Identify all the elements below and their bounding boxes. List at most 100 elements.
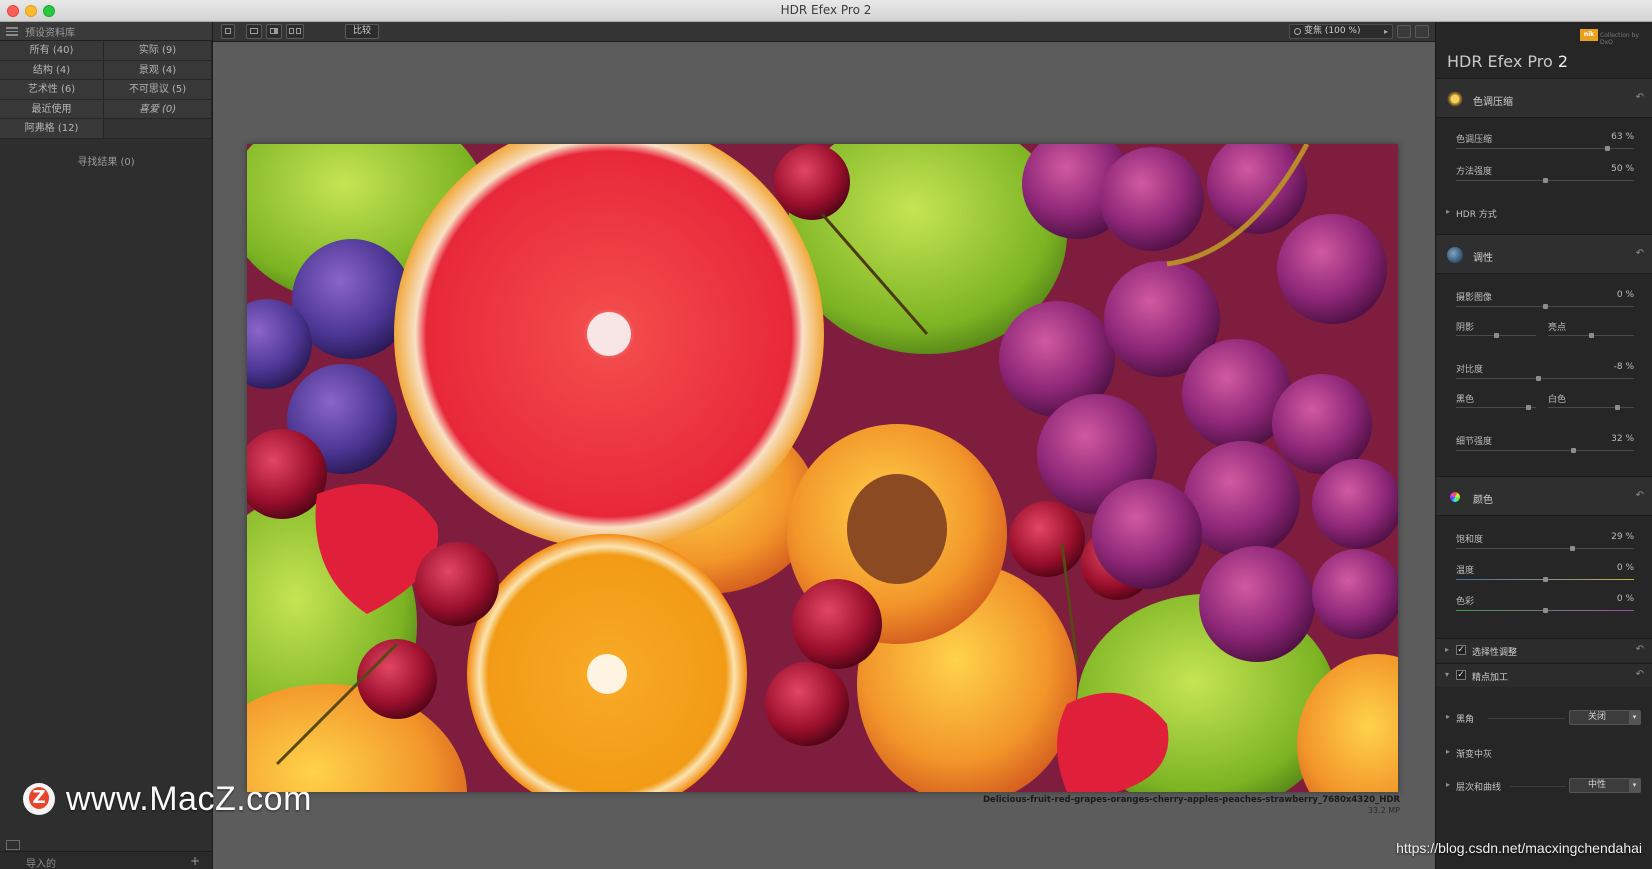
blacks-track[interactable]: [1456, 405, 1536, 410]
slider-track[interactable]: [1456, 178, 1634, 183]
expand-triangle-icon[interactable]: ▸: [1445, 645, 1449, 654]
shadows-track[interactable]: [1456, 333, 1536, 338]
preset-library-header[interactable]: 预设资料库: [0, 22, 212, 41]
levels-curves-dropdown[interactable]: 中性 ▾: [1569, 778, 1641, 793]
whites-thumb[interactable]: [1614, 405, 1620, 410]
slider-thumb[interactable]: [1543, 178, 1548, 183]
reset-icon[interactable]: ↶: [1636, 248, 1644, 259]
image-canvas[interactable]: Delicious-fruit-red-grapes-oranges-cherr…: [213, 42, 1435, 869]
toggle-right-panel-button[interactable]: [1415, 25, 1429, 38]
expand-triangle-icon[interactable]: ▸: [1446, 712, 1450, 721]
hdr-method-label: HDR 方式: [1456, 210, 1497, 220]
nik-logo: nik: [1580, 29, 1598, 41]
slider-label: 温度: [1456, 566, 1475, 576]
compare-button[interactable]: 比较: [345, 24, 379, 39]
highlights-track[interactable]: [1548, 333, 1634, 338]
loupe-button[interactable]: [1397, 25, 1411, 38]
slider-track[interactable]: [1456, 608, 1634, 613]
slider-track[interactable]: [1456, 577, 1634, 582]
tint-slider[interactable]: 色彩 0 %: [1436, 588, 1652, 616]
category-artistic[interactable]: 艺术性 (6): [0, 80, 104, 100]
preview-image[interactable]: [247, 144, 1398, 792]
slider-label: 摄影图像: [1456, 293, 1493, 303]
reset-icon[interactable]: ↶: [1636, 92, 1644, 103]
slider-thumb[interactable]: [1535, 376, 1541, 381]
selective-adjustments-row[interactable]: ▸ ✓ 选择性调整 ↶: [1436, 638, 1652, 662]
section-tonality[interactable]: 调性 ↶: [1436, 234, 1652, 274]
imported-label[interactable]: 导入的: [26, 855, 56, 869]
toggle-left-panel-button[interactable]: [221, 24, 235, 39]
loupe-toggle-icon[interactable]: [6, 840, 20, 850]
saturation-slider[interactable]: 饱和度 29 %: [1436, 526, 1652, 554]
reset-icon[interactable]: ↶: [1636, 669, 1644, 680]
slider-thumb[interactable]: [1571, 448, 1577, 453]
import-add-button[interactable]: +: [190, 854, 200, 868]
slider-track[interactable]: [1456, 546, 1634, 551]
whites-track[interactable]: [1548, 405, 1634, 410]
reset-icon[interactable]: ↶: [1636, 644, 1644, 655]
finishing-checkbox[interactable]: ✓: [1456, 670, 1466, 680]
side-by-side-left-icon: [289, 28, 294, 34]
fruit-photo: [247, 144, 1398, 792]
category-surreal[interactable]: 不可思议 (5): [104, 80, 212, 100]
section-title: 调性: [1473, 253, 1493, 264]
category-realistic[interactable]: 实际 (9): [104, 41, 212, 61]
highlights-thumb[interactable]: [1589, 333, 1594, 338]
slider-label: 色彩: [1456, 597, 1475, 607]
tone-compression-slider[interactable]: 色调压缩 63 %: [1436, 126, 1652, 154]
temperature-slider[interactable]: 温度 0 %: [1436, 557, 1652, 585]
category-structure[interactable]: 结构 (4): [0, 60, 104, 80]
category-favorites[interactable]: 喜爱 (0): [104, 99, 212, 119]
category-recent[interactable]: 最近使用: [0, 99, 104, 119]
shadows-thumb[interactable]: [1494, 333, 1499, 338]
category-landscape[interactable]: 景观 (4): [104, 60, 212, 80]
section-tone-compression[interactable]: 色调压缩 ↶: [1436, 78, 1652, 118]
slider-track[interactable]: [1456, 304, 1634, 309]
tonality-icon: [1447, 247, 1463, 263]
slider-label: 方法强度: [1456, 167, 1493, 177]
highlights-label: 亮点: [1548, 323, 1567, 333]
structure-slider[interactable]: 细节强度 32 %: [1436, 428, 1652, 456]
window-title: HDR Efex Pro 2: [780, 3, 872, 17]
slider-thumb[interactable]: [1569, 546, 1575, 551]
exposure-slider[interactable]: 摄影图像 0 %: [1436, 284, 1652, 312]
hdr-method-row[interactable]: ▸ HDR 方式: [1436, 204, 1652, 222]
expand-triangle-icon[interactable]: ▸: [1446, 747, 1450, 756]
slider-thumb[interactable]: [1543, 608, 1548, 613]
contrast-slider[interactable]: 对比度 -8 %: [1436, 356, 1652, 384]
macz-watermark: www.MacZ.com: [66, 780, 312, 818]
brand-row: nik Collection by DxO: [1436, 22, 1652, 46]
slider-label: 细节强度: [1456, 437, 1493, 447]
preset-category-grid: 所有 (40) 实际 (9) 结构 (4) 景观 (4) 艺术性 (6) 不可思…: [0, 41, 212, 139]
graduated-filter-row[interactable]: ▸ 渐变中灰: [1436, 744, 1652, 762]
expand-triangle-icon[interactable]: ▸: [1446, 780, 1450, 789]
levels-curves-row: ▸ 层次和曲线 中性 ▾: [1436, 776, 1652, 796]
expand-triangle-icon[interactable]: ▸: [1446, 207, 1450, 216]
slider-thumb[interactable]: [1605, 146, 1611, 151]
slider-track[interactable]: [1456, 146, 1634, 151]
slider-label: 色调压缩: [1456, 135, 1493, 145]
finishing-row[interactable]: ▾ ✓ 精点加工 ↶: [1436, 663, 1652, 687]
slider-thumb[interactable]: [1543, 304, 1548, 309]
vignette-dropdown[interactable]: 关闭 ▾: [1569, 710, 1641, 725]
side-by-side-button[interactable]: [286, 24, 304, 39]
section-color[interactable]: 颜色 ↶: [1436, 476, 1652, 516]
category-all[interactable]: 所有 (40): [0, 41, 104, 61]
slider-thumb[interactable]: [1543, 577, 1548, 582]
slider-track[interactable]: [1456, 448, 1634, 453]
split-view-icon: [270, 28, 278, 34]
collapse-triangle-icon[interactable]: ▾: [1445, 670, 1449, 679]
preset-library-panel: 预设资料库 所有 (40) 实际 (9) 结构 (4) 景观 (4) 艺术性 (…: [0, 22, 213, 869]
selective-adjustments-checkbox[interactable]: ✓: [1456, 645, 1466, 655]
slider-track[interactable]: [1456, 376, 1634, 381]
library-menu-icon[interactable]: [6, 26, 18, 36]
method-strength-slider[interactable]: 方法强度 50 %: [1436, 158, 1652, 186]
single-view-button[interactable]: [246, 24, 262, 39]
zoom-level: 变焦 (100 %): [1304, 26, 1361, 36]
reset-icon[interactable]: ↶: [1636, 490, 1644, 501]
split-view-button[interactable]: [266, 24, 282, 39]
import-bar: 导入的 +: [0, 840, 212, 869]
blacks-thumb[interactable]: [1526, 405, 1531, 410]
zoom-dropdown[interactable]: 变焦 (100 %) ▸: [1289, 24, 1393, 39]
category-agerhage[interactable]: 阿弗格 (12): [0, 119, 104, 139]
